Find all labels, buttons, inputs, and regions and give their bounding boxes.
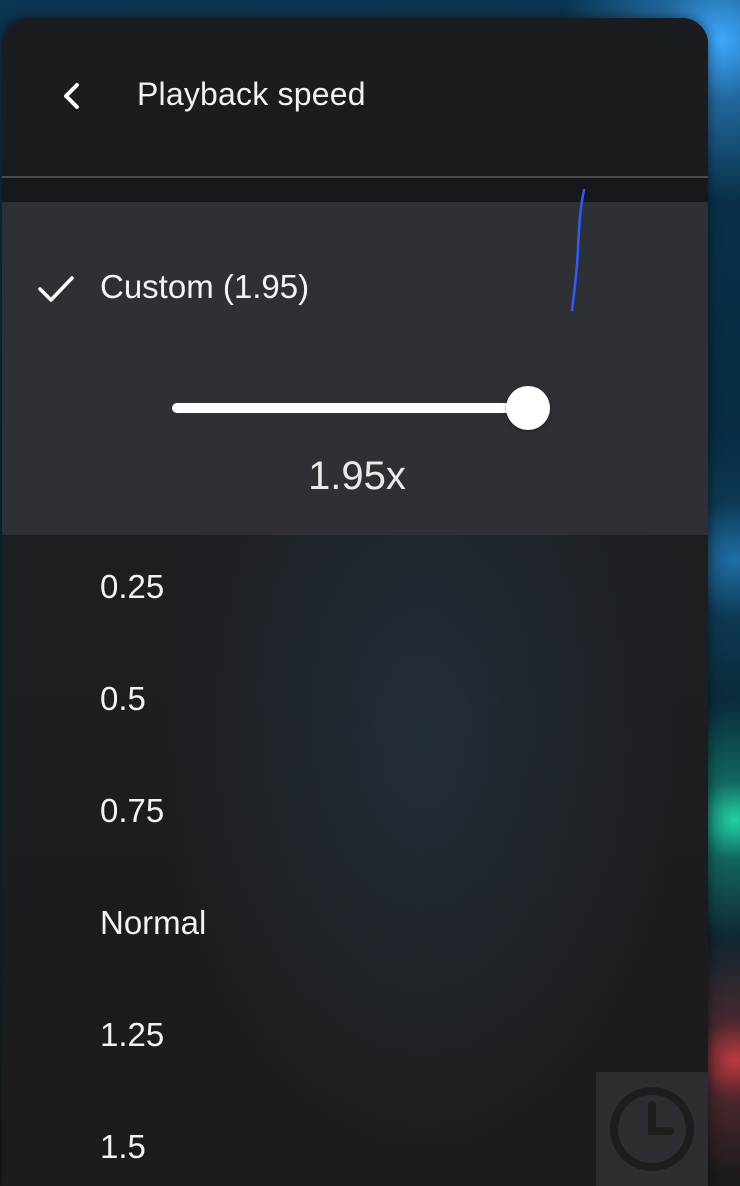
chevron-left-icon bbox=[64, 83, 79, 109]
playback-speed-panel: Playback speed Custom (1.95) 1.95x 0.25 … bbox=[2, 18, 708, 1186]
speed-option-label: Normal bbox=[100, 904, 207, 941]
slider-fill bbox=[172, 403, 528, 413]
checkmark-icon bbox=[38, 276, 74, 302]
speed-option-label: 0.75 bbox=[100, 792, 165, 829]
speed-option-label: 1.25 bbox=[100, 1016, 165, 1053]
panel-header: Playback speed bbox=[2, 18, 708, 178]
speed-slider[interactable] bbox=[172, 382, 550, 434]
custom-speed-label: Custom (1.95) bbox=[100, 268, 310, 305]
speed-option-normal[interactable]: Normal bbox=[2, 871, 708, 983]
panel-title: Playback speed bbox=[137, 76, 366, 112]
custom-speed-option[interactable]: Custom (1.95) 1.95x bbox=[2, 202, 708, 535]
speed-option-0-5[interactable]: 0.5 bbox=[2, 647, 708, 759]
clock-icon bbox=[610, 1087, 694, 1171]
speed-option-0-25[interactable]: 0.25 bbox=[2, 535, 708, 647]
speed-option-0-75[interactable]: 0.75 bbox=[2, 759, 708, 871]
speed-option-label: 1.5 bbox=[100, 1128, 146, 1165]
speed-value-display: 1.95x bbox=[308, 454, 406, 498]
back-button[interactable] bbox=[46, 70, 98, 122]
speed-option-label: 0.25 bbox=[100, 568, 165, 605]
clock-overlay-button[interactable] bbox=[596, 1072, 708, 1186]
speed-option-label: 0.5 bbox=[100, 680, 146, 717]
header-divider bbox=[2, 178, 708, 202]
slider-thumb[interactable] bbox=[506, 386, 550, 430]
